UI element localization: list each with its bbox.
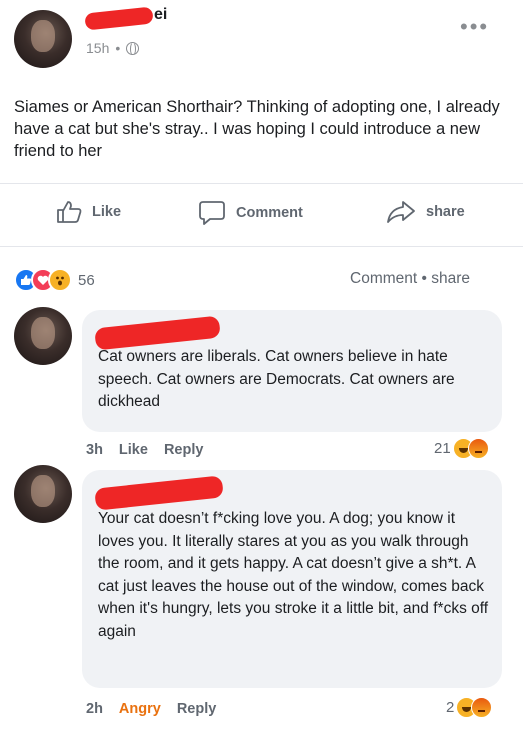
comment-like-button[interactable]: Like	[119, 442, 148, 458]
comment-actions: 3h Like Reply	[86, 442, 203, 458]
comment-author-avatar[interactable]	[14, 465, 72, 523]
share-icon	[387, 201, 415, 223]
like-button[interactable]: Like	[56, 200, 121, 224]
comment-reaction-count: 21	[434, 440, 451, 457]
post-author-avatar[interactable]	[14, 10, 72, 68]
post-author-name[interactable]: ei	[154, 6, 167, 24]
comment-time: 2h	[86, 701, 103, 717]
more-options-icon[interactable]: •••	[460, 14, 489, 40]
post-meta: 15h •	[86, 40, 140, 56]
comment-share-summary: Comment • share	[350, 270, 470, 288]
globe-icon	[126, 41, 140, 56]
comment-text: Cat owners are liberals. Cat owners beli…	[98, 348, 455, 410]
comment-label: Comment	[236, 205, 303, 221]
share-button[interactable]: share	[386, 200, 465, 224]
post-divider-top	[0, 183, 523, 184]
summary-separator: •	[421, 270, 427, 287]
comment-button[interactable]: Comment	[198, 200, 303, 226]
comment-reactions[interactable]: 21	[434, 438, 489, 459]
wow-reaction-icon	[48, 268, 72, 292]
comment-count-link[interactable]: Comment	[350, 270, 417, 287]
comment-author-avatar[interactable]	[14, 307, 72, 365]
meta-dot: •	[115, 40, 121, 56]
reactions-summary[interactable]: 56	[14, 268, 95, 292]
like-icon	[57, 201, 82, 223]
share-label: share	[426, 204, 465, 220]
angry-icon	[471, 697, 493, 718]
comment-icon	[199, 201, 225, 225]
comment-angry-button[interactable]: Angry	[119, 701, 161, 717]
reaction-count: 56	[78, 271, 95, 289]
like-label: Like	[92, 204, 122, 220]
comment-reply-button[interactable]: Reply	[177, 701, 217, 717]
post-text: Siames or American Shorthair? Thinking o…	[14, 98, 500, 160]
comment-text: Your cat doesn’t f*cking love you. A dog…	[98, 510, 489, 640]
redacted-author-name	[84, 6, 154, 31]
angry-icon	[467, 438, 489, 459]
comment-reactions[interactable]: 2	[446, 697, 493, 718]
post-divider-bottom	[0, 246, 523, 247]
comment-actions: 2h Angry Reply	[86, 701, 216, 717]
comment-reaction-count: 2	[446, 699, 455, 716]
post-time[interactable]: 15h	[86, 40, 109, 56]
comment-reply-button[interactable]: Reply	[164, 442, 204, 458]
comment-time: 3h	[86, 442, 103, 458]
share-count-link[interactable]: share	[431, 270, 470, 287]
